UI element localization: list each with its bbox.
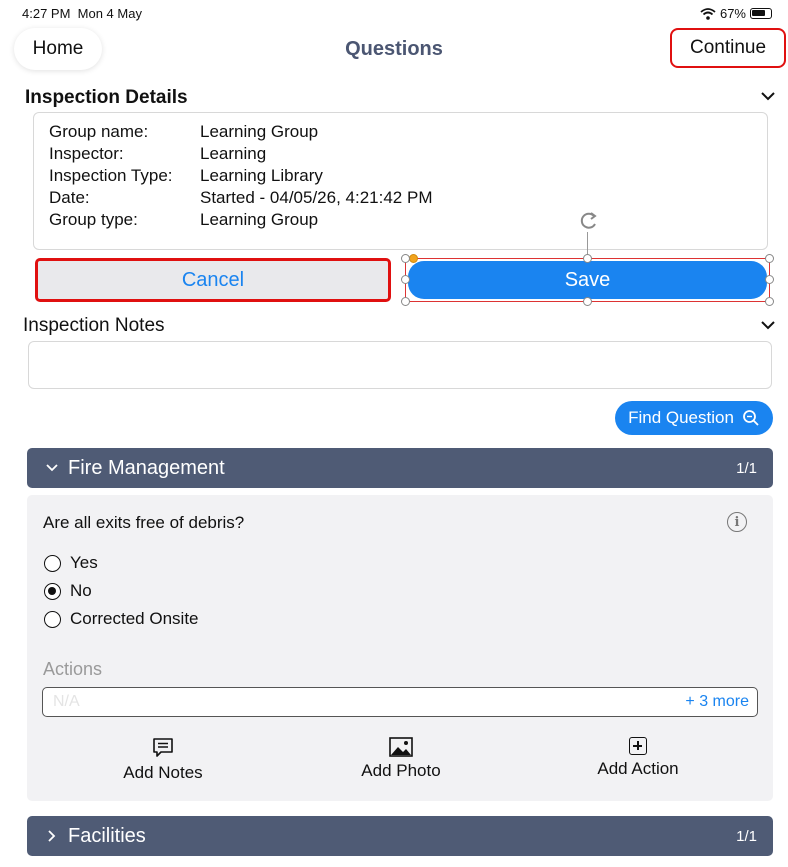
battery-icon — [750, 8, 772, 19]
continue-button[interactable]: Continue — [670, 28, 786, 68]
status-bar: 4:27 PM Mon 4 May 67% — [0, 0, 788, 26]
search-icon — [743, 410, 759, 426]
add-photo-button[interactable]: Add Photo — [353, 737, 449, 781]
inspection-notes-heading: Inspection Notes — [23, 315, 165, 336]
detail-label: Group name: — [49, 122, 149, 141]
selection-handle[interactable] — [401, 254, 410, 263]
actions-field[interactable]: N/A + 3 more — [42, 687, 758, 717]
status-time: 4:27 PM Mon 4 May — [22, 6, 142, 21]
option-label: Corrected Onsite — [70, 609, 199, 628]
add-action-button[interactable]: Add Action — [589, 737, 687, 779]
selection-handle[interactable] — [765, 254, 774, 263]
selection-handle[interactable] — [401, 297, 410, 306]
option-no[interactable]: No — [44, 581, 92, 601]
notes-icon — [153, 738, 173, 757]
wifi-icon — [700, 7, 716, 20]
inspection-notes-chevron-down-icon[interactable] — [760, 314, 776, 335]
add-action-label: Add Action — [597, 759, 679, 778]
option-label: Yes — [70, 553, 98, 572]
add-action-icon — [629, 737, 647, 755]
find-question-button[interactable]: Find Question — [615, 401, 773, 435]
category-name: Facilities — [68, 825, 146, 847]
selection-handle[interactable] — [401, 275, 410, 284]
detail-label: Date: — [49, 188, 90, 207]
save-button[interactable]: Save — [408, 261, 767, 299]
inspection-details-heading: Inspection Details — [25, 87, 188, 108]
detail-label: Inspector: — [49, 144, 124, 163]
status-right: 67% — [700, 6, 772, 21]
inspection-details-chevron-down-icon[interactable] — [760, 85, 776, 106]
detail-value: Learning Group — [200, 122, 319, 141]
radio-button[interactable] — [44, 610, 61, 628]
category-count: 1/1 — [736, 828, 757, 845]
detail-label: Inspection Type: — [49, 166, 173, 185]
actions-label: Actions — [43, 659, 103, 679]
option-corrected-onsite[interactable]: Corrected Onsite — [44, 609, 199, 629]
radio-button-selected[interactable] — [44, 582, 61, 600]
selection-handle[interactable] — [765, 275, 774, 284]
rotate-handle-icon[interactable] — [578, 210, 600, 232]
actions-more-link[interactable]: + 3 more — [685, 693, 749, 711]
add-photo-label: Add Photo — [361, 761, 441, 780]
question-text: Are all exits free of debris? — [43, 513, 245, 532]
selection-handle[interactable] — [409, 254, 418, 263]
battery-percent: 67% — [719, 6, 746, 21]
option-label: No — [70, 581, 92, 600]
question-card: Are all exits free of debris? i Yes No C… — [27, 495, 773, 801]
add-notes-label: Add Notes — [123, 763, 203, 782]
option-yes[interactable]: Yes — [44, 553, 98, 573]
inspection-details-box: Group name: Learning Group Inspector: Le… — [33, 112, 768, 250]
info-icon[interactable]: i — [727, 512, 747, 532]
actions-placeholder: N/A — [53, 693, 80, 710]
photo-icon — [389, 737, 413, 757]
selection-handle[interactable] — [583, 297, 592, 306]
date-text: Mon 4 May — [77, 6, 142, 21]
detail-label: Group type: — [49, 210, 138, 229]
add-notes-button[interactable]: Add Notes — [115, 737, 211, 783]
find-question-label: Find Question — [628, 408, 734, 427]
cancel-button[interactable]: Cancel — [35, 258, 391, 302]
detail-value: Learning — [200, 144, 267, 163]
detail-value: Learning Library — [200, 166, 323, 185]
category-count: 1/1 — [736, 460, 757, 477]
category-fire-management[interactable]: Fire Management 1/1 — [27, 448, 773, 488]
chevron-right-icon — [48, 830, 56, 842]
category-facilities[interactable]: Facilities 1/1 — [27, 816, 773, 856]
detail-value: Started - 04/05/26, 4:21:42 PM — [200, 188, 433, 207]
time-text: 4:27 PM — [22, 6, 71, 21]
category-name: Fire Management — [68, 457, 225, 479]
selection-handle[interactable] — [765, 297, 774, 306]
chevron-down-icon — [46, 464, 58, 472]
detail-value: Learning Group — [200, 210, 319, 229]
inspection-notes-input[interactable] — [28, 341, 772, 389]
radio-button[interactable] — [44, 554, 61, 572]
selection-handle[interactable] — [583, 254, 592, 263]
